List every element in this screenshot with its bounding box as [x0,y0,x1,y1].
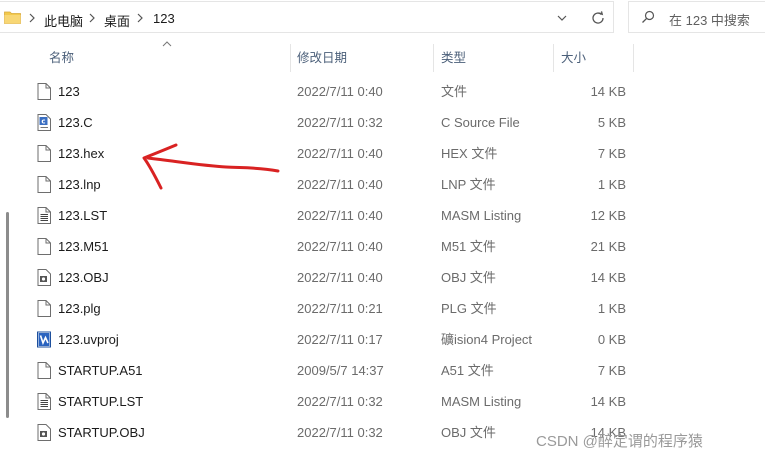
file-size: 1 KB [597,177,626,192]
chevron-right-icon[interactable] [28,12,36,24]
file-name: STARTUP.LST [58,394,144,409]
file-name: 123 [58,84,80,99]
file-type: OBJ 文件 [441,425,496,440]
column-type[interactable]: 类型 [432,44,552,72]
blank-file-icon [37,176,51,193]
file-row[interactable]: 123.LST 2022/7/11 0:40 MASM Listing 12 KB [20,200,630,231]
file-type: C Source File [441,115,520,130]
file-size: 14 KB [590,270,626,285]
file-type: PLG 文件 [441,301,497,316]
column-divider[interactable] [633,44,634,72]
file-name: 123.C [58,115,93,130]
file-name: 123.plg [58,301,101,316]
uvision-project-icon [37,331,51,348]
address-bar-area: 此电脑 桌面 123 在 123 中搜索 [0,0,765,36]
search-input[interactable]: 在 123 中搜索 [669,10,750,29]
file-type: A51 文件 [441,363,494,378]
file-type: LNP 文件 [441,177,496,192]
file-size: 7 KB [597,363,626,378]
chevron-right-icon[interactable] [136,12,144,24]
file-size: 7 KB [597,146,626,161]
file-row[interactable]: STARTUP.A51 2009/5/7 14:37 A51 文件 7 KB [20,355,630,386]
file-name: 123.hex [58,146,105,161]
file-date: 2022/7/11 0:40 [297,239,383,254]
search-box[interactable]: 在 123 中搜索 [628,1,765,33]
file-size: 12 KB [590,208,626,223]
file-date: 2009/5/7 14:37 [297,363,384,378]
chevron-right-icon[interactable] [88,12,96,24]
file-type: MASM Listing [441,208,522,223]
file-name: 123.M51 [58,239,109,254]
file-date: 2022/7/11 0:40 [297,177,383,192]
text-file-icon [37,393,51,410]
address-bar[interactable]: 此电脑 桌面 123 [0,1,614,33]
watermark: CSDN @醉定谓的程序猿 [536,433,703,450]
file-date: 2022/7/11 0:32 [297,115,383,130]
blank-file-icon [37,83,51,100]
file-size: 14 KB [590,394,626,409]
file-name: STARTUP.A51 [58,363,143,378]
file-row[interactable]: 123.lnp 2022/7/11 0:40 LNP 文件 1 KB [20,169,630,200]
file-type: MASM Listing [441,394,522,409]
blank-file-icon [37,145,51,162]
file-size: 1 KB [597,301,626,316]
column-name[interactable]: 名称 [40,44,290,72]
text-file-icon [37,207,51,224]
breadcrumb-this-pc[interactable]: 此电脑 [44,11,83,30]
file-date: 2022/7/11 0:21 [297,301,383,316]
file-name: 123.lnp [58,177,101,192]
breadcrumb-desktop[interactable]: 桌面 [104,11,130,30]
blank-file-icon [37,238,51,255]
file-date: 2022/7/11 0:17 [297,332,383,347]
column-size[interactable]: 大小 [552,44,632,72]
file-row[interactable]: 123.uvproj 2022/7/11 0:17 礦ision4 Project 0… [20,324,630,355]
breadcrumb-123[interactable]: 123 [153,11,175,26]
annotation-arrow [142,143,280,190]
file-size: 0 KB [597,332,626,347]
file-date: 2022/7/11 0:40 [297,146,383,161]
file-row[interactable]: 123.plg 2022/7/11 0:21 PLG 文件 1 KB [20,293,630,324]
scrollbar-thumb[interactable] [6,212,9,418]
file-row[interactable]: STARTUP.LST 2022/7/11 0:32 MASM Listing 14 … [20,386,630,417]
file-name: 123.uvproj [58,332,119,347]
svg-text:c: c [41,118,45,126]
file-name: STARTUP.OBJ [58,425,145,440]
file-date: 2022/7/11 0:32 [297,394,383,409]
file-type: HEX 文件 [441,146,498,161]
file-name: 123.LST [58,208,108,223]
file-size: 21 KB [590,239,626,254]
file-row[interactable]: c 123.C 2022/7/11 0:32 C Source File 5 KB [20,107,630,138]
column-header: 名称 修改日期 类型 大小 [20,41,765,72]
file-type: 礦ision4 Project [441,332,533,347]
file-name: 123.OBJ [58,270,109,285]
file-row[interactable]: 123 2022/7/11 0:40 文件 14 KB [20,76,630,107]
file-row[interactable]: 123.OBJ 2022/7/11 0:40 OBJ 文件 14 KB [20,262,630,293]
file-size: 5 KB [597,115,626,130]
file-date: 2022/7/11 0:40 [297,208,383,223]
column-date[interactable]: 修改日期 [288,44,433,72]
folder-icon [4,11,21,24]
file-date: 2022/7/11 0:40 [297,84,383,99]
file-type: OBJ 文件 [441,270,496,285]
blank-file-icon [37,300,51,317]
search-icon [642,10,655,23]
file-date: 2022/7/11 0:40 [297,270,383,285]
file-row[interactable]: 123.hex 2022/7/11 0:40 HEX 文件 7 KB [20,138,630,169]
file-type: M51 文件 [441,239,496,254]
chevron-down-icon[interactable] [556,12,568,24]
refresh-icon[interactable] [590,10,606,26]
c-source-file-icon: c [37,114,51,131]
obj-file-icon [37,269,51,286]
file-date: 2022/7/11 0:32 [297,425,383,440]
file-size: 14 KB [590,84,626,99]
blank-file-icon [37,362,51,379]
navigation-pane [0,36,20,459]
file-row[interactable]: 123.M51 2022/7/11 0:40 M51 文件 21 KB [20,231,630,262]
obj-file-icon [37,424,51,441]
file-type: 文件 [441,84,468,99]
